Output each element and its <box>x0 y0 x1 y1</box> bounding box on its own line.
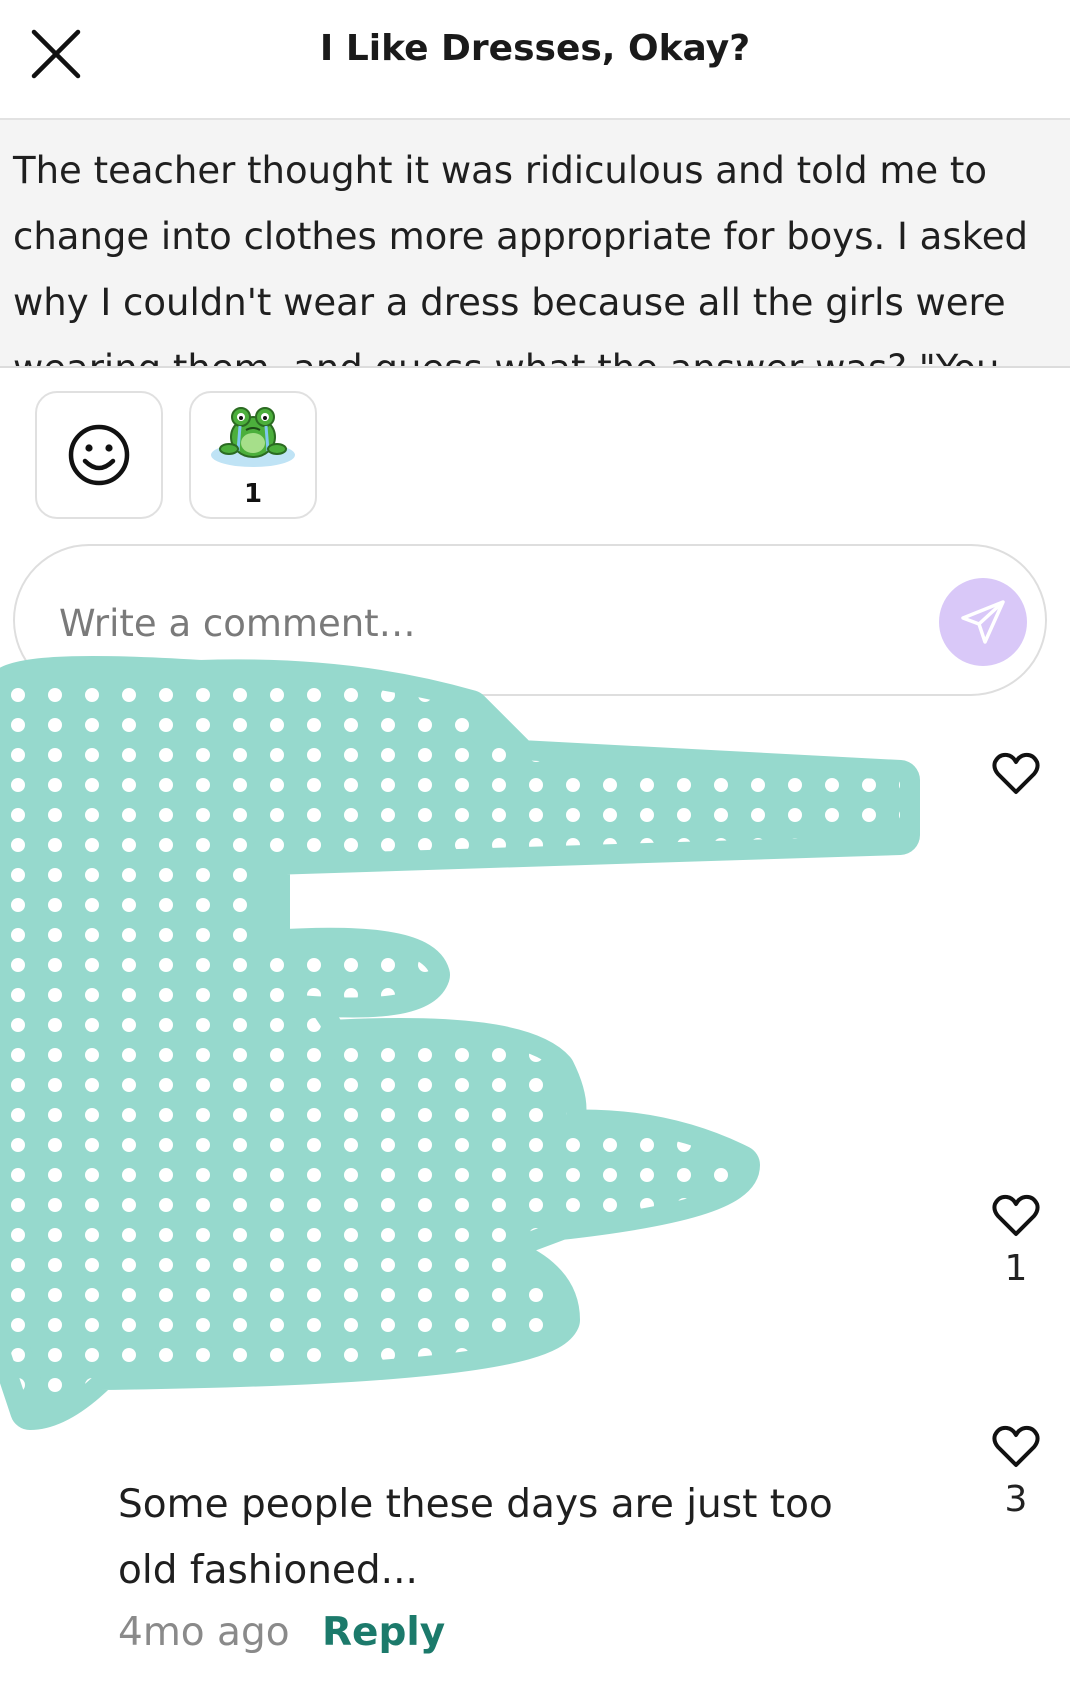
send-button[interactable] <box>939 578 1027 666</box>
comment-like-1 <box>985 750 1047 800</box>
reaction-count: 1 <box>243 479 263 509</box>
comment-text: Some people these days are just too old … <box>118 1482 833 1593</box>
comment-timestamp: 4mo ago <box>118 1610 290 1655</box>
like-count: 3 <box>1004 1479 1028 1520</box>
add-reaction-button[interactable] <box>35 391 163 519</box>
reaction-crying-frog[interactable]: 1 <box>189 391 317 519</box>
page-title: I Like Dresses, Okay? <box>319 28 751 69</box>
story-excerpt-text: The teacher thought it was ridiculous an… <box>13 149 1028 366</box>
comment-like-2: 1 <box>985 1192 1047 1289</box>
story-excerpt: The teacher thought it was ridiculous an… <box>0 120 1070 368</box>
comment-input[interactable] <box>57 594 901 652</box>
comment-like-3: 3 <box>985 1423 1047 1520</box>
send-icon <box>961 600 1005 644</box>
redaction-scribble <box>0 656 920 1430</box>
smiley-icon <box>68 424 130 486</box>
header-bar: I Like Dresses, Okay? <box>0 0 1070 120</box>
heart-icon[interactable] <box>991 750 1041 796</box>
crying-frog-icon <box>211 407 295 467</box>
heart-icon[interactable] <box>991 1192 1041 1238</box>
like-count: 1 <box>1004 1248 1028 1289</box>
comment-meta: 4mo ago Reply <box>118 1610 445 1655</box>
heart-icon[interactable] <box>991 1423 1041 1469</box>
reply-button[interactable]: Reply <box>322 1610 445 1655</box>
